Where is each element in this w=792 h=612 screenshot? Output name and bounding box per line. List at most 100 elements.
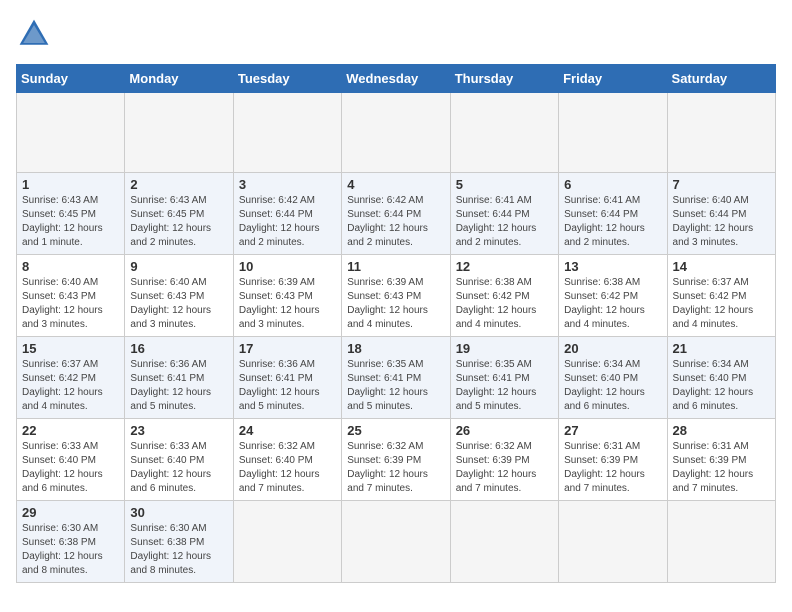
day-info: Sunrise: 6:36 AM Sunset: 6:41 PM Dayligh… <box>130 358 227 414</box>
calendar-cell: 13Sunrise: 6:38 AM Sunset: 6:42 PM Dayli… <box>559 255 667 337</box>
day-info: Sunrise: 6:34 AM Sunset: 6:40 PM Dayligh… <box>564 358 661 414</box>
calendar-cell <box>450 93 558 173</box>
day-number: 4 <box>347 177 444 192</box>
calendar-cell <box>559 93 667 173</box>
calendar-cell: 1 Sunrise: 6:43 AM Sunset: 6:45 PM Daylig… <box>17 173 125 255</box>
calendar-cell <box>17 93 125 173</box>
day-info: Sunrise: 6:36 AM Sunset: 6:41 PM Dayligh… <box>239 358 336 414</box>
calendar-cell <box>667 93 775 173</box>
calendar-cell: 19 Sunrise: 6:35 AM Sunset: 6:41 PM Dayli… <box>450 337 558 419</box>
calendar-cell: 4 Sunrise: 6:42 AM Sunset: 6:44 PM Daylig… <box>342 173 450 255</box>
day-info: Sunrise: 6:30 AM Sunset: 6:38 PM Dayligh… <box>22 522 119 578</box>
calendar-table: SundayMondayTuesdayWednesdayThursdayFrid… <box>16 64 776 583</box>
calendar-cell: 28 Sunrise: 6:31 AM Sunset: 6:39 PM Dayli… <box>667 419 775 501</box>
col-header-monday: Monday <box>125 65 233 93</box>
col-header-friday: Friday <box>559 65 667 93</box>
logo <box>16 16 58 52</box>
calendar-cell <box>125 93 233 173</box>
day-info: Sunrise: 6:31 AM Sunset: 6:39 PM Dayligh… <box>564 440 661 496</box>
day-info: Sunrise: 6:35 AM Sunset: 6:41 PM Dayligh… <box>456 358 553 414</box>
calendar-cell: 30 Sunrise: 6:30 AM Sunset: 6:38 PM Dayli… <box>125 501 233 583</box>
page-header <box>16 16 776 52</box>
day-number: 15 <box>22 341 119 356</box>
calendar-cell <box>450 501 558 583</box>
col-header-sunday: Sunday <box>17 65 125 93</box>
calendar-week-row <box>17 93 776 173</box>
day-info: Sunrise: 6:40 AM Sunset: 6:44 PM Dayligh… <box>673 194 770 250</box>
day-number: 3 <box>239 177 336 192</box>
calendar-cell: 27 Sunrise: 6:31 AM Sunset: 6:39 PM Dayli… <box>559 419 667 501</box>
day-number: 8 <box>22 259 119 274</box>
day-info: Sunrise: 6:32 AM Sunset: 6:39 PM Dayligh… <box>347 440 444 496</box>
day-info: Sunrise: 6:43 AM Sunset: 6:45 PM Dayligh… <box>22 194 119 250</box>
calendar-cell <box>233 501 341 583</box>
day-number: 20 <box>564 341 661 356</box>
day-number: 24 <box>239 423 336 438</box>
day-number: 14 <box>673 259 770 274</box>
day-info: Sunrise: 6:42 AM Sunset: 6:44 PM Dayligh… <box>347 194 444 250</box>
calendar-cell: 29Sunrise: 6:30 AM Sunset: 6:38 PM Dayli… <box>17 501 125 583</box>
day-info: Sunrise: 6:30 AM Sunset: 6:38 PM Dayligh… <box>130 522 227 578</box>
day-number: 25 <box>347 423 444 438</box>
day-info: Sunrise: 6:39 AM Sunset: 6:43 PM Dayligh… <box>347 276 444 332</box>
calendar-cell: 12 Sunrise: 6:38 AM Sunset: 6:42 PM Dayli… <box>450 255 558 337</box>
col-header-wednesday: Wednesday <box>342 65 450 93</box>
day-number: 10 <box>239 259 336 274</box>
calendar-week-row: 29Sunrise: 6:30 AM Sunset: 6:38 PM Dayli… <box>17 501 776 583</box>
calendar-cell: 8 Sunrise: 6:40 AM Sunset: 6:43 PM Daylig… <box>17 255 125 337</box>
day-info: Sunrise: 6:42 AM Sunset: 6:44 PM Dayligh… <box>239 194 336 250</box>
day-number: 1 <box>22 177 119 192</box>
col-header-tuesday: Tuesday <box>233 65 341 93</box>
day-info: Sunrise: 6:34 AM Sunset: 6:40 PM Dayligh… <box>673 358 770 414</box>
calendar-cell: 22Sunrise: 6:33 AM Sunset: 6:40 PM Dayli… <box>17 419 125 501</box>
calendar-cell: 20 Sunrise: 6:34 AM Sunset: 6:40 PM Dayli… <box>559 337 667 419</box>
day-number: 6 <box>564 177 661 192</box>
calendar-cell: 2 Sunrise: 6:43 AM Sunset: 6:45 PM Daylig… <box>125 173 233 255</box>
calendar-cell <box>667 501 775 583</box>
day-info: Sunrise: 6:41 AM Sunset: 6:44 PM Dayligh… <box>564 194 661 250</box>
day-info: Sunrise: 6:32 AM Sunset: 6:39 PM Dayligh… <box>456 440 553 496</box>
day-info: Sunrise: 6:35 AM Sunset: 6:41 PM Dayligh… <box>347 358 444 414</box>
calendar-cell <box>233 93 341 173</box>
day-info: Sunrise: 6:40 AM Sunset: 6:43 PM Dayligh… <box>130 276 227 332</box>
day-info: Sunrise: 6:31 AM Sunset: 6:39 PM Dayligh… <box>673 440 770 496</box>
logo-icon <box>16 16 52 52</box>
day-number: 9 <box>130 259 227 274</box>
day-number: 30 <box>130 505 227 520</box>
col-header-thursday: Thursday <box>450 65 558 93</box>
calendar-cell: 23 Sunrise: 6:33 AM Sunset: 6:40 PM Dayli… <box>125 419 233 501</box>
day-number: 12 <box>456 259 553 274</box>
day-number: 2 <box>130 177 227 192</box>
calendar-cell: 7Sunrise: 6:40 AM Sunset: 6:44 PM Daylig… <box>667 173 775 255</box>
calendar-cell: 18 Sunrise: 6:35 AM Sunset: 6:41 PM Dayli… <box>342 337 450 419</box>
calendar-cell: 15Sunrise: 6:37 AM Sunset: 6:42 PM Dayli… <box>17 337 125 419</box>
calendar-cell: 9 Sunrise: 6:40 AM Sunset: 6:43 PM Daylig… <box>125 255 233 337</box>
day-number: 23 <box>130 423 227 438</box>
day-info: Sunrise: 6:38 AM Sunset: 6:42 PM Dayligh… <box>456 276 553 332</box>
calendar-cell: 10 Sunrise: 6:39 AM Sunset: 6:43 PM Dayli… <box>233 255 341 337</box>
day-number: 26 <box>456 423 553 438</box>
day-info: Sunrise: 6:40 AM Sunset: 6:43 PM Dayligh… <box>22 276 119 332</box>
calendar-week-row: 15Sunrise: 6:37 AM Sunset: 6:42 PM Dayli… <box>17 337 776 419</box>
day-number: 22 <box>22 423 119 438</box>
day-number: 18 <box>347 341 444 356</box>
calendar-cell: 25 Sunrise: 6:32 AM Sunset: 6:39 PM Dayli… <box>342 419 450 501</box>
day-info: Sunrise: 6:43 AM Sunset: 6:45 PM Dayligh… <box>130 194 227 250</box>
calendar-cell: 14 Sunrise: 6:37 AM Sunset: 6:42 PM Dayli… <box>667 255 775 337</box>
day-number: 16 <box>130 341 227 356</box>
calendar-week-row: 8 Sunrise: 6:40 AM Sunset: 6:43 PM Daylig… <box>17 255 776 337</box>
calendar-cell: 5Sunrise: 6:41 AM Sunset: 6:44 PM Daylig… <box>450 173 558 255</box>
day-number: 11 <box>347 259 444 274</box>
day-number: 27 <box>564 423 661 438</box>
calendar-cell: 3 Sunrise: 6:42 AM Sunset: 6:44 PM Daylig… <box>233 173 341 255</box>
day-number: 19 <box>456 341 553 356</box>
calendar-header-row: SundayMondayTuesdayWednesdayThursdayFrid… <box>17 65 776 93</box>
calendar-cell: 16 Sunrise: 6:36 AM Sunset: 6:41 PM Dayli… <box>125 337 233 419</box>
day-number: 28 <box>673 423 770 438</box>
calendar-cell: 24Sunrise: 6:32 AM Sunset: 6:40 PM Dayli… <box>233 419 341 501</box>
day-info: Sunrise: 6:33 AM Sunset: 6:40 PM Dayligh… <box>130 440 227 496</box>
day-info: Sunrise: 6:38 AM Sunset: 6:42 PM Dayligh… <box>564 276 661 332</box>
day-info: Sunrise: 6:39 AM Sunset: 6:43 PM Dayligh… <box>239 276 336 332</box>
day-info: Sunrise: 6:37 AM Sunset: 6:42 PM Dayligh… <box>673 276 770 332</box>
calendar-cell: 26 Sunrise: 6:32 AM Sunset: 6:39 PM Dayli… <box>450 419 558 501</box>
